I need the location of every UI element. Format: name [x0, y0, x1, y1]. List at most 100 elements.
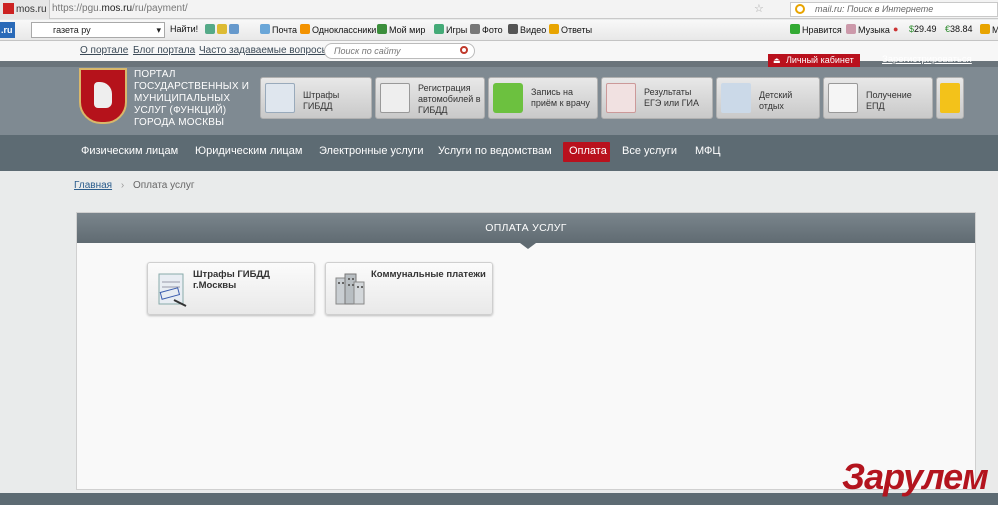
car-registration-icon [380, 83, 410, 113]
buildings-icon [334, 270, 366, 308]
toolbar-video[interactable]: Видео [508, 24, 546, 35]
toolbar-mail[interactable]: Почта [260, 24, 297, 35]
breadcrumb-current: Оплата услуг [132, 180, 195, 191]
register-link[interactable]: Зарегистрироваться [882, 54, 972, 65]
portal-search-input[interactable]: Поиск по сайту [324, 43, 475, 59]
bookmark-star-icon[interactable]: ☆ [754, 2, 764, 15]
mail-icon [260, 24, 270, 34]
games-icon [434, 24, 444, 34]
personal-cabinet-button[interactable]: Личный кабинет [768, 54, 860, 67]
nav-individuals[interactable]: Физическим лицам [81, 145, 178, 157]
service-gibdd-fines[interactable]: Штрафы ГИБДД г.Москвы [147, 262, 315, 315]
toolbar-logo[interactable]: .ru [0, 22, 15, 38]
toolbar-my-world[interactable]: Мой мир [377, 24, 425, 35]
tile-kids-holiday[interactable]: Детский отдых [716, 77, 820, 119]
tile-exam-results[interactable]: Результаты ЕГЭ или ГИА [601, 77, 713, 119]
nav-all-services[interactable]: Все услуги [622, 145, 677, 157]
toolbar-photo-label: Фото [482, 25, 503, 35]
service-label: Штрафы ГИБДД г.Москвы [193, 269, 270, 291]
toolbar-signal-icon[interactable]: ● [893, 24, 898, 34]
medical-cross-icon [493, 83, 523, 113]
toolbar-answers-label: Ответы [561, 25, 593, 35]
tile-next[interactable] [936, 77, 964, 119]
portal-search-placeholder: Поиск по сайту [334, 46, 401, 56]
zoom-icon [229, 24, 239, 34]
video-icon [508, 24, 518, 34]
url-prefix: https://pgu. [52, 3, 102, 14]
tile-label: Детский отдых [759, 90, 793, 111]
breadcrumb-home[interactable]: Главная [74, 180, 112, 191]
watermark-logo: Зарулем [842, 456, 989, 497]
tile-label: Штрафы ГИБДД [303, 90, 340, 111]
toolbar-odnoklassniki-label: Одноклассники [312, 25, 377, 35]
my-world-icon [377, 24, 387, 34]
highlight-icon [217, 24, 227, 34]
fine-document-icon [156, 270, 188, 308]
tab-title: mos.ru [16, 4, 47, 15]
portal-header: Личный кабинет Зарегистрироваться ПОРТАЛ… [0, 54, 998, 135]
moscow-emblem-logo[interactable] [79, 68, 127, 124]
toolbar-more[interactable]: M [980, 24, 998, 35]
st-george-icon [94, 82, 112, 108]
toolbar-games[interactable]: Игры [434, 24, 467, 35]
nav-payment[interactable]: Оплата [569, 145, 607, 157]
url-field[interactable]: https://pgu.mos.ru/ru/payment/ [52, 3, 188, 14]
toolbar-music[interactable]: Музыка [846, 24, 890, 35]
exam-form-icon [606, 83, 636, 113]
search-icon[interactable] [460, 46, 468, 54]
toolbar-like-label: Нравится [802, 25, 842, 35]
site-favicon-icon [3, 3, 14, 14]
toolbar-search-select[interactable]: газета ру [31, 22, 165, 38]
browser-tab[interactable]: mos.ru [0, 0, 50, 19]
browser-search-field[interactable]: mail.ru: Поиск в Интернете [790, 2, 998, 17]
music-icon [846, 24, 856, 34]
answers-icon [549, 24, 559, 34]
like-icon [790, 24, 800, 34]
taxi-icon [940, 83, 960, 113]
main-nav: Физическим лицам Юридическим лицам Элект… [0, 135, 998, 171]
nav-e-services[interactable]: Электронные услуги [319, 145, 423, 157]
search-engine-icon [795, 4, 805, 14]
tile-label: Регистрация автомобилей в ГИБДД [418, 83, 481, 115]
toolbar-photo[interactable]: Фото [470, 24, 503, 35]
payment-services-panel: ОПЛАТА УСЛУГ Штрафы ГИБДД г.Москвы Комму… [76, 212, 976, 490]
toolbar-my-world-label: Мой мир [389, 25, 426, 35]
url-host: mos.ru [101, 3, 133, 14]
tile-label: Запись на приём к врачу [531, 87, 590, 108]
tile-epd[interactable]: Получение ЕПД [823, 77, 933, 119]
portal-title[interactable]: ПОРТАЛ ГОСУДАРСТВЕННЫХ И МУНИЦИПАЛЬНЫХ У… [134, 69, 254, 129]
breadcrumb-separator: › [120, 180, 125, 191]
toolbar-usd[interactable]: $29.49 [909, 24, 937, 34]
nav-legal-entities[interactable]: Юридическим лицам [195, 145, 302, 157]
toolbar-games-label: Игры [446, 25, 468, 35]
browser-search-placeholder: mail.ru: Поиск в Интернете [815, 4, 934, 14]
toolbar-like[interactable]: Нравится [790, 24, 842, 35]
link-faq[interactable]: Часто задаваемые вопросы [199, 45, 329, 56]
tile-car-registration[interactable]: Регистрация автомобилей в ГИБДД [375, 77, 485, 119]
service-utility-payments[interactable]: Коммунальные платежи [325, 262, 493, 315]
toolbar-search-value: газета ру [53, 25, 91, 35]
toolbar-answers[interactable]: Ответы [549, 24, 592, 35]
toolbar-tools-icons[interactable] [205, 24, 241, 35]
page-scrollbar[interactable] [990, 171, 998, 491]
kids-holiday-icon [721, 83, 751, 113]
service-label: Коммунальные платежи [371, 269, 486, 280]
nav-mfc[interactable]: МФЦ [695, 145, 721, 157]
odnoklassniki-icon [300, 24, 310, 34]
quick-services-strip: Штрафы ГИБДД Регистрация автомобилей в Г… [260, 77, 998, 119]
link-blog[interactable]: Блог портала [133, 45, 195, 56]
spell-icon [205, 24, 215, 34]
find-button[interactable]: Найти! [170, 24, 198, 34]
eur-rate: 38.84 [950, 24, 973, 34]
toolbar-odnoklassniki[interactable]: Одноклассники [300, 24, 376, 35]
tile-doctor-appointment[interactable]: Запись на приём к врачу [488, 77, 598, 119]
panel-title: ОПЛАТА УСЛУГ [77, 213, 975, 249]
link-about[interactable]: О портале [80, 45, 128, 56]
toolbar-video-label: Видео [520, 25, 547, 35]
toolbar-music-label: Музыка [858, 25, 890, 35]
more-icon [980, 24, 990, 34]
browser-url-bar: mos.ru https://pgu.mos.ru/ru/payment/ ☆ … [0, 0, 998, 19]
tile-gibdd-fines[interactable]: Штрафы ГИБДД [260, 77, 372, 119]
toolbar-eur[interactable]: €38.84 [945, 24, 973, 34]
nav-by-department[interactable]: Услуги по ведомствам [438, 145, 552, 157]
